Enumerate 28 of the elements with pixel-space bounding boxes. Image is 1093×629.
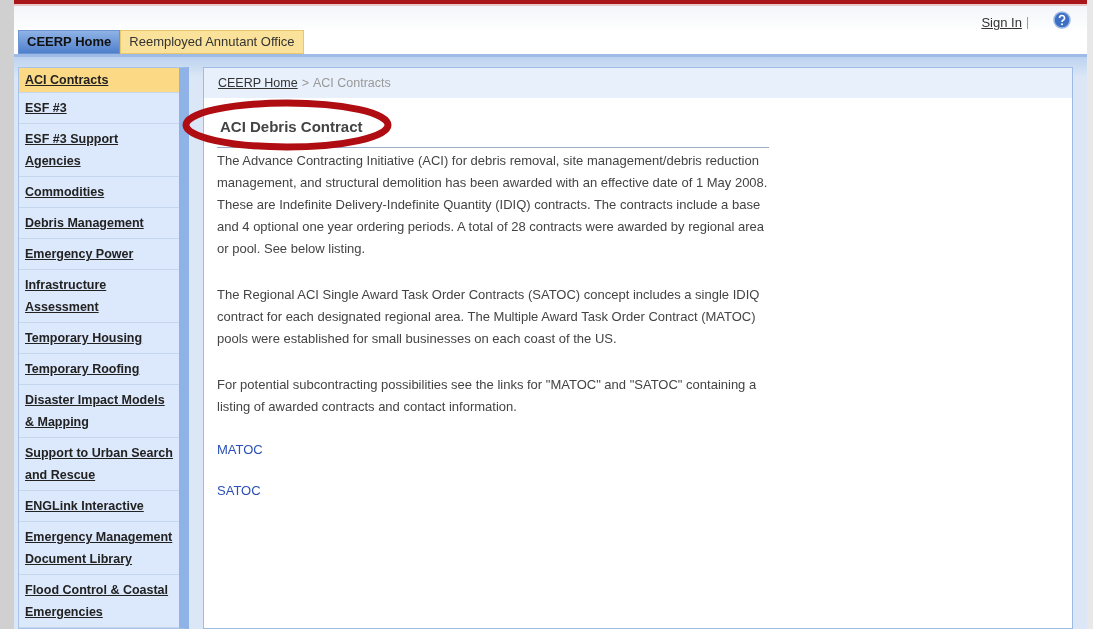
sidebar-link[interactable]: Support to Urban Search and Rescue: [19, 438, 179, 491]
body-paragraph: The Regional ACI Single Award Task Order Contracts (SATOC) concept includes a single IDIQ contract for each designated regional area. The Multiple Award Task Order Contract (MATOC) pools were established for small businesses on each coast of the US.: [217, 286, 761, 348]
sidebar-link[interactable]: Emergency Management Document Library: [19, 522, 179, 575]
help-icon[interactable]: [1053, 11, 1071, 30]
sidebar-link[interactable]: Temporary Roofing: [19, 354, 179, 385]
sidebar-link[interactable]: Disaster Impact Models & Mapping: [19, 385, 179, 438]
sidebar-link[interactable]: Infrastructure Assessment: [19, 270, 179, 323]
sidebar-link[interactable]: Commodities: [19, 177, 179, 208]
sidebar-link[interactable]: ENGLink Interactive: [19, 491, 179, 522]
sidebar-link[interactable]: Flood Control & Coastal Emergencies: [19, 575, 179, 628]
sidebar-link[interactable]: Debris Management: [19, 208, 179, 239]
breadcrumb-separator: >: [301, 76, 309, 90]
body-paragraph: For potential subcontracting possibilities see the links for "MATOC" and "SATOC" containing a listing of awarded contracts and contact information.: [217, 376, 758, 416]
content-link[interactable]: MATOC: [217, 442, 263, 457]
breadcrumb-link[interactable]: CEERP Home: [218, 76, 298, 90]
sidebar-link[interactable]: ESF #3 Support Agencies: [19, 124, 179, 177]
page-title: ACI Debris Contract: [217, 106, 769, 148]
breadcrumb-current: ACI Contracts: [313, 76, 391, 90]
nav-tab[interactable]: CEERP Home: [18, 30, 121, 54]
sidebar-link[interactable]: ACI Contracts: [19, 68, 179, 93]
sidebar-link[interactable]: Temporary Housing: [19, 323, 179, 354]
content-link[interactable]: SATOC: [217, 483, 261, 498]
separator-text: |: [1025, 15, 1029, 30]
sidebar-link[interactable]: ESF #3: [19, 93, 179, 124]
nav-tab[interactable]: Reemployed Annutant Office: [120, 30, 304, 54]
sign-in-link[interactable]: Sign In: [981, 14, 1022, 30]
sidebar-link[interactable]: Emergency Power: [19, 239, 179, 270]
body-paragraph: The Advance Contracting Initiative (ACI) for debris removal, site management/debris reduction management, and structural demolition has been awarded with an effective date of 1 May 2008. These are Indefinite Delivery-Indefinite Quantity (IDIQ) contracts. The contracts include a base and 4 optional one year ordering periods. A total of 28 contracts were awarded by regional area or pool. See below listing.: [217, 152, 769, 258]
